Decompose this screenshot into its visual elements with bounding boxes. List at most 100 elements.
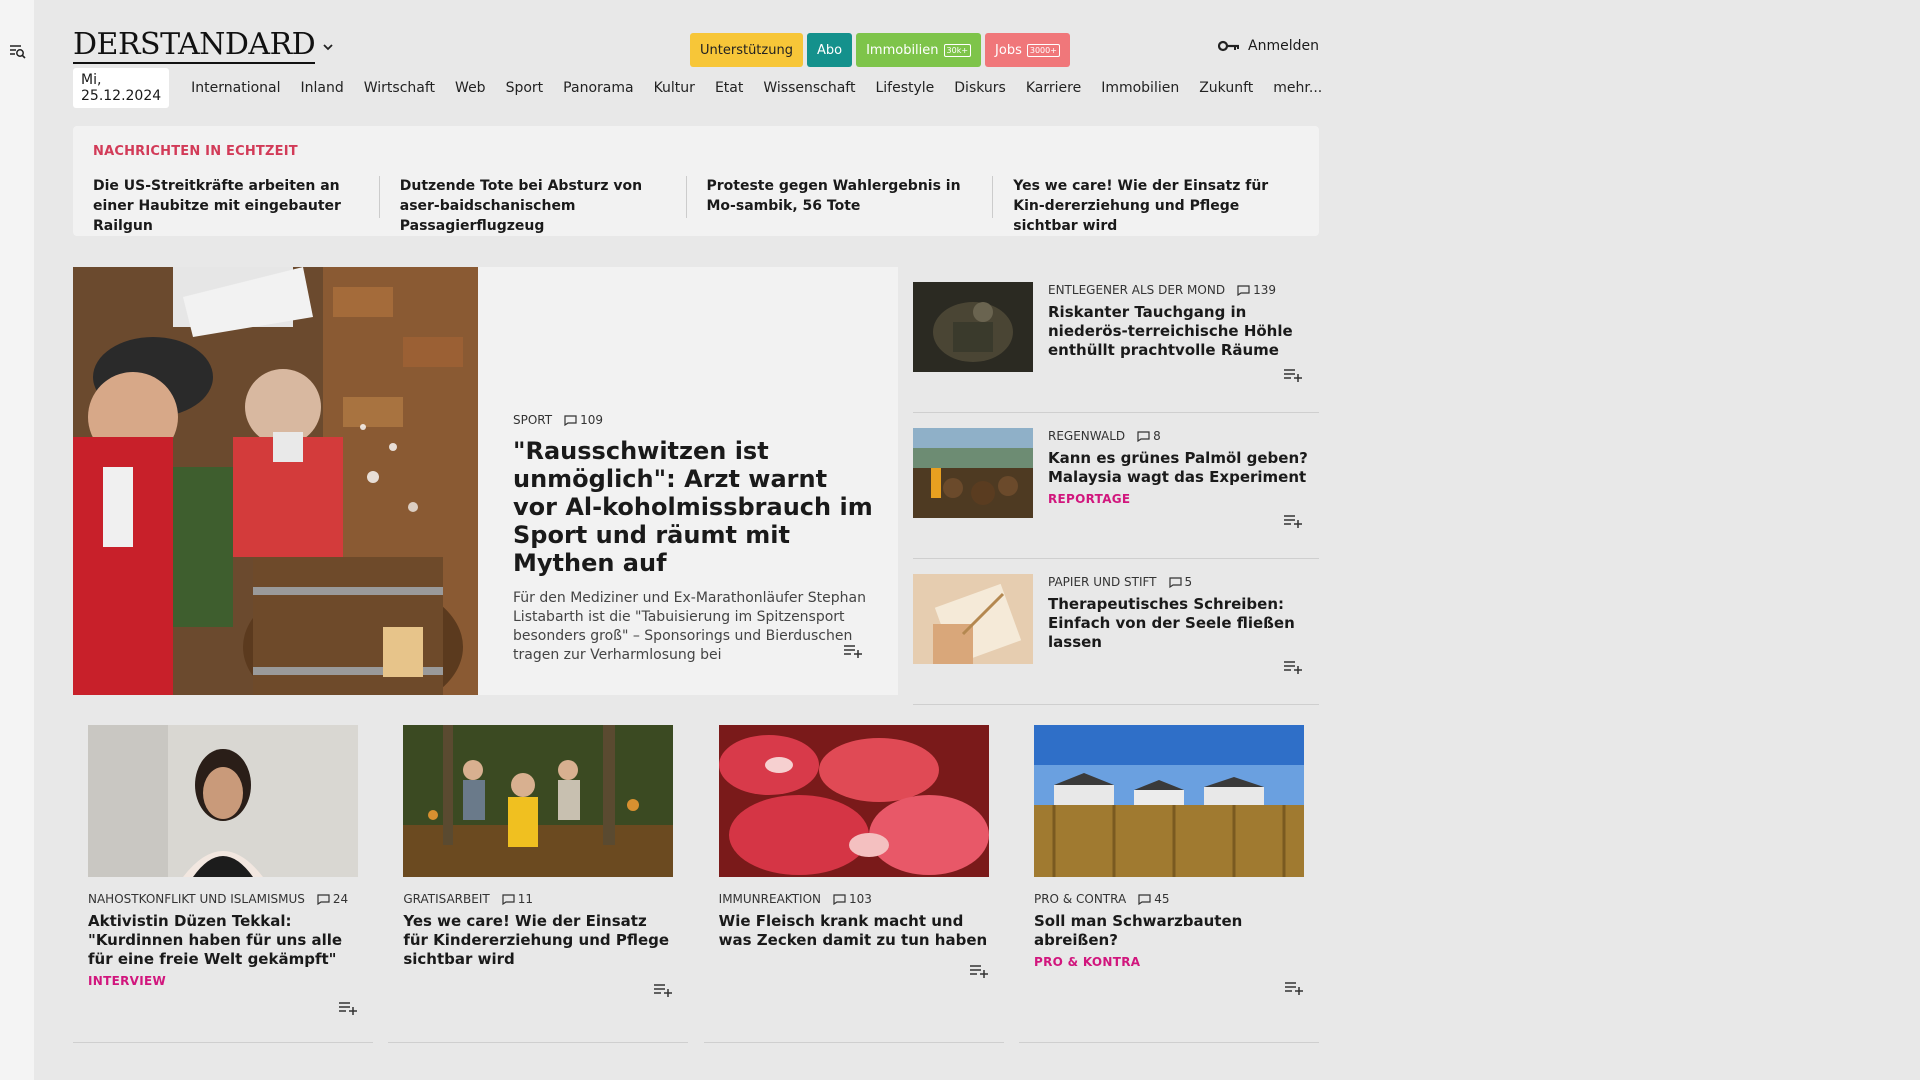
comment-count: 5 — [1184, 575, 1193, 589]
nav-item-lifestyle[interactable]: Lifestyle — [875, 80, 934, 96]
hero-comments[interactable]: 109 — [564, 413, 603, 427]
ticker-title: NACHRICHTEN IN ECHTZEIT — [93, 144, 298, 159]
article-comments[interactable]: 24 — [317, 892, 348, 906]
ticker-item[interactable]: Die US-Streitkräfte arbeiten an einer Ha… — [93, 176, 380, 234]
comment-count: 8 — [1153, 429, 1161, 443]
nav-item-etat[interactable]: Etat — [715, 80, 743, 96]
article-cards: NAHOSTKONFLIKT UND ISLAMISMUS 24 Aktivisti… — [73, 720, 1319, 1043]
nav-item-zukunft[interactable]: Zukunft — [1199, 80, 1253, 96]
nav-item-international[interactable]: International — [191, 80, 280, 96]
playlist-add-icon[interactable] — [338, 1000, 358, 1016]
nav-item-inland[interactable]: Inland — [301, 80, 344, 96]
article-title[interactable]: Wie Fleisch krank macht und was Zecken d… — [719, 912, 989, 950]
comment-icon — [317, 893, 330, 905]
nav-item-web[interactable]: Web — [455, 80, 486, 96]
playlist-add-icon[interactable] — [1283, 367, 1303, 383]
hero-meta: SPORT 109 — [513, 413, 873, 427]
article-image[interactable] — [88, 725, 358, 877]
article-title[interactable]: Yes we care! Wie der Einsatz für Kindere… — [403, 912, 673, 969]
article-comments[interactable]: 139 — [1237, 283, 1276, 297]
article-image[interactable] — [1033, 725, 1304, 877]
ticker-item[interactable]: Dutzende Tote bei Absturz von aser-baids… — [400, 176, 687, 234]
hero-image[interactable] — [73, 267, 478, 695]
nav-item-wissenschaft[interactable]: Wissenschaft — [763, 80, 855, 96]
article-title[interactable]: Therapeutisches Schreiben: Einfach von d… — [1048, 595, 1313, 652]
side-article-body: REGENWALD 8 Kann es grünes Palmöl geben? M… — [1048, 429, 1313, 506]
ticker-item[interactable]: Proteste gegen Wahlergebnis in Mo-sambik… — [707, 176, 994, 218]
site-logo[interactable]: DERSTANDARD — [73, 28, 316, 64]
promo-pill-label: Unterstützung — [700, 42, 793, 58]
article-meta: GRATISARBEIT 11 — [403, 892, 673, 906]
article-title[interactable]: Riskanter Tauchgang in niederös-terreich… — [1048, 303, 1313, 360]
article-image[interactable] — [718, 725, 989, 877]
article-comments[interactable]: 11 — [502, 892, 533, 906]
date-chip: Mi, 25.12.2024 — [73, 68, 170, 108]
header: DERSTANDARD Unterstützung Abo Immobilien 30… — [73, 0, 1319, 70]
article-thumbnail[interactable] — [913, 574, 1033, 664]
search-menu-icon[interactable] — [9, 43, 27, 61]
nav-item-immobilien[interactable]: Immobilien — [1101, 80, 1179, 96]
comment-count: 139 — [1253, 283, 1276, 297]
article-title[interactable]: Aktivistin Düzen Tekkal: "Kurdinnen habe… — [88, 912, 358, 969]
article-tag: PRO & KONTRA — [1033, 955, 1141, 969]
article-comments[interactable]: 45 — [1138, 892, 1169, 906]
nav-item-kultur[interactable]: Kultur — [654, 80, 695, 96]
article-title[interactable]: Soll man Schwarzbauten abreißen? — [1034, 912, 1304, 950]
article-card-body: NAHOSTKONFLIKT UND ISLAMISMUS 24 Aktivisti… — [88, 892, 358, 988]
article-card[interactable]: GRATISARBEIT 11 Yes we care! Wie der Einsa… — [388, 720, 689, 1043]
promo-pill-jobs[interactable]: Jobs 3000+ — [985, 33, 1070, 67]
side-article[interactable]: REGENWALD 8 Kann es grünes Palmöl geben? M… — [913, 413, 1319, 559]
promo-pill-immobilien[interactable]: Immobilien 30k+ — [856, 33, 982, 67]
article-card[interactable]: IMMUNREAKTION 103 Wie Fleisch krank macht … — [703, 720, 1004, 1043]
article-meta: PRO & CONTRA 45 — [1034, 892, 1304, 906]
article-kicker: REGENWALD — [1048, 429, 1126, 443]
nav-item-sport[interactable]: Sport — [506, 80, 544, 96]
playlist-add-icon[interactable] — [1284, 980, 1304, 996]
nav-item-mehr[interactable]: mehr... — [1273, 80, 1322, 96]
article-image[interactable] — [403, 725, 674, 877]
chevron-down-icon[interactable] — [321, 40, 335, 54]
article-comments[interactable]: 8 — [1137, 429, 1161, 443]
article-kicker: IMMUNREAKTION — [718, 892, 822, 906]
promo-pills: Unterstützung Abo Immobilien 30k+ Jobs 3000+ — [690, 33, 1070, 67]
playlist-add-icon[interactable] — [969, 963, 989, 979]
login-button[interactable]: Anmelden — [1218, 38, 1319, 54]
article-title[interactable]: Kann es grünes Palmöl geben? Malaysia wa… — [1048, 449, 1313, 487]
nav-item-panorama[interactable]: Panorama — [563, 80, 633, 96]
nav-item-diskurs[interactable]: Diskurs — [954, 80, 1006, 96]
playlist-add-icon[interactable] — [1283, 659, 1303, 675]
promo-pill-abo[interactable]: Abo — [806, 33, 853, 67]
article-kicker: GRATISARBEIT — [403, 892, 490, 906]
left-rail — [0, 0, 34, 1080]
article-comments[interactable]: 5 — [1168, 575, 1193, 589]
article-thumbnail[interactable] — [913, 428, 1033, 518]
promo-pill-unterstützung[interactable]: Unterstützung — [690, 33, 803, 67]
playlist-add-icon[interactable] — [1283, 513, 1303, 529]
promo-pill-badge: 3000+ — [1026, 43, 1060, 57]
playlist-add-icon[interactable] — [843, 643, 863, 659]
side-article[interactable]: ENTLEGENER ALS DER MOND 139 Riskanter Tauc… — [913, 267, 1319, 413]
comment-icon — [1137, 430, 1150, 442]
article-card[interactable]: NAHOSTKONFLIKT UND ISLAMISMUS 24 Aktivisti… — [73, 720, 373, 1043]
page: DERSTANDARD Unterstützung Abo Immobilien 30… — [73, 0, 1322, 1043]
article-meta: PAPIER UND STIFT 5 — [1048, 575, 1313, 589]
article-comments[interactable]: 103 — [833, 892, 872, 906]
nav-item-karriere[interactable]: Karriere — [1026, 80, 1081, 96]
comment-count: 103 — [849, 892, 872, 906]
side-articles: ENTLEGENER ALS DER MOND 139 Riskanter Tauc… — [913, 267, 1319, 705]
ticker-item[interactable]: Yes we care! Wie der Einsatz für Kin-der… — [1013, 176, 1299, 234]
nav-item-wirtschaft[interactable]: Wirtschaft — [364, 80, 435, 96]
comment-count: 11 — [517, 892, 533, 906]
article-meta: ENTLEGENER ALS DER MOND 139 — [1048, 283, 1313, 297]
hero-title[interactable]: "Rausschwitzen ist unmöglich": Arzt warn… — [513, 437, 873, 577]
article-kicker: NAHOSTKONFLIKT UND ISLAMISMUS — [88, 892, 305, 906]
side-article[interactable]: PAPIER UND STIFT 5 Therapeutisches Schreib… — [913, 559, 1319, 705]
hero-article[interactable]: SPORT 109 "Rausschwitzen ist unmöglich":… — [73, 267, 898, 695]
article-thumbnail[interactable] — [913, 282, 1033, 372]
comment-count: 45 — [1154, 892, 1170, 906]
article-card[interactable]: PRO & CONTRA 45 Soll man Schwarzbauten abr… — [1018, 720, 1319, 1043]
article-tag: INTERVIEW — [88, 974, 167, 988]
playlist-add-icon[interactable] — [653, 982, 673, 998]
promo-pill-badge: 30k+ — [943, 43, 972, 57]
promo-pill-label: Immobilien — [866, 42, 939, 58]
